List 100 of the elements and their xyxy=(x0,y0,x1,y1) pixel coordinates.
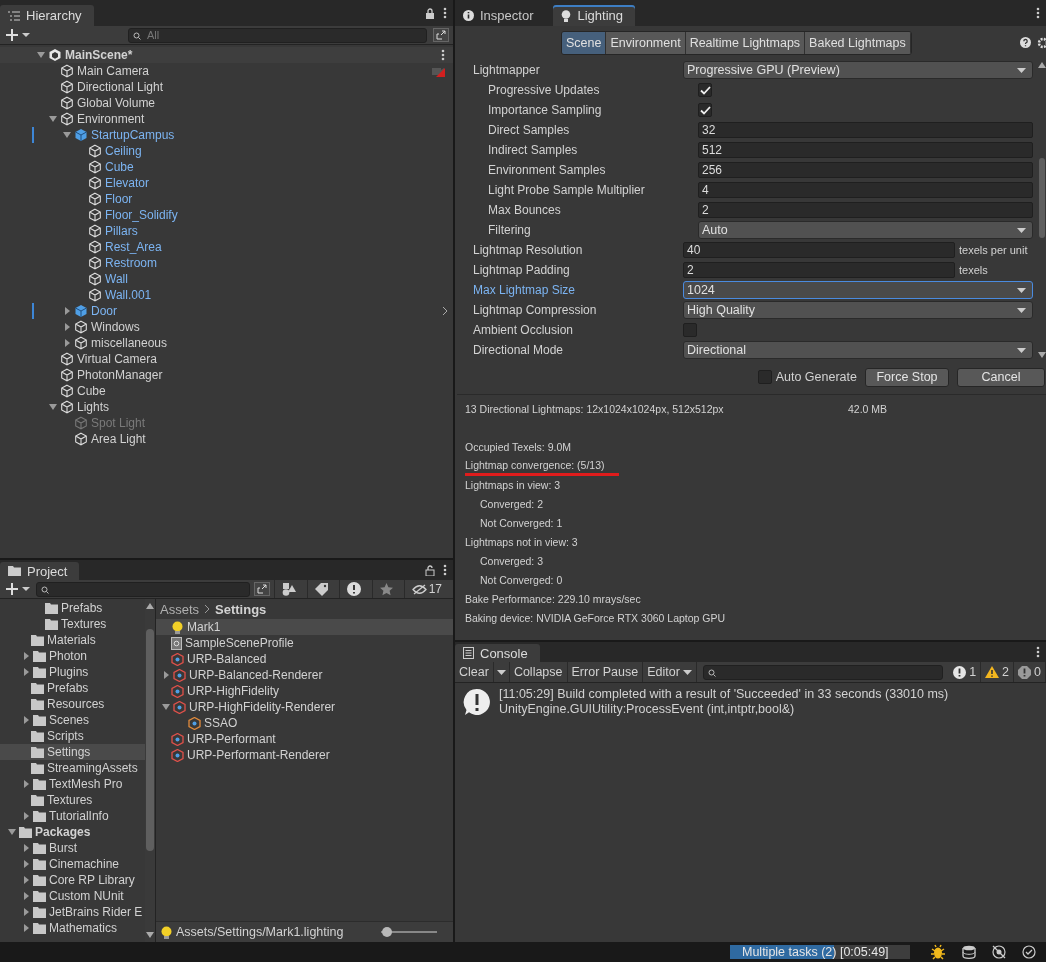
section-tab[interactable]: Realtime Lightmaps xyxy=(685,32,806,54)
folder-item[interactable]: Core RP Library xyxy=(0,872,145,888)
object-name[interactable]: Cube xyxy=(105,160,134,174)
object-name[interactable]: Virtual Camera xyxy=(77,352,157,366)
object-name[interactable]: Windows xyxy=(91,320,140,334)
number-field[interactable]: 32 xyxy=(698,122,1033,138)
folder-item[interactable]: TutorialInfo xyxy=(0,808,145,824)
folder-item[interactable]: Burst xyxy=(0,840,145,856)
expand-icon[interactable] xyxy=(433,28,449,42)
folder-item[interactable]: JetBrains Rider E xyxy=(0,904,145,920)
folder-item[interactable]: Resources xyxy=(0,696,145,712)
object-name[interactable]: Floor_Solidify xyxy=(105,208,178,222)
object-name[interactable]: Wall.001 xyxy=(105,288,152,302)
slider-thumb[interactable] xyxy=(381,927,392,937)
bake-button[interactable]: Force Stop xyxy=(865,367,949,387)
caret-down-icon[interactable] xyxy=(34,50,48,60)
dropdown[interactable]: High Quality xyxy=(683,301,1033,319)
checkbox[interactable] xyxy=(757,370,772,384)
asset-item[interactable]: URP-Performant-Renderer xyxy=(156,747,453,763)
more-icon[interactable] xyxy=(1036,646,1040,658)
caret-down-icon[interactable] xyxy=(46,114,60,124)
folder-item[interactable]: Materials xyxy=(0,632,145,648)
asset-item[interactable]: URP-HighFidelity xyxy=(156,683,453,699)
checkbox[interactable] xyxy=(698,103,712,117)
panel-tab[interactable]: Lighting xyxy=(553,5,636,26)
object-name[interactable]: Restroom xyxy=(105,256,157,270)
number-field[interactable]: 256 xyxy=(698,162,1033,178)
console-tab[interactable]: Console xyxy=(455,644,540,662)
object-name[interactable]: Lights xyxy=(77,400,110,414)
add-dropdown-icon[interactable] xyxy=(6,583,32,595)
breadcrumb-link[interactable]: Settings xyxy=(215,601,267,617)
caret-down-icon[interactable] xyxy=(5,827,19,837)
number-field[interactable]: 512 xyxy=(698,142,1033,158)
folder-item[interactable]: Mathematics xyxy=(0,920,145,936)
folder-item[interactable]: StreamingAssets xyxy=(0,760,145,776)
checkbox[interactable] xyxy=(683,323,697,337)
project-tab[interactable]: Project xyxy=(0,562,80,580)
object-name[interactable]: Wall xyxy=(105,272,128,286)
log-message[interactable]: UnityEngine.GUIUtility:ProcessEvent (int,intptr,bool&) xyxy=(499,702,949,717)
database-icon[interactable] xyxy=(962,945,976,959)
breadcrumb-link[interactable]: Assets xyxy=(160,601,199,617)
object-name[interactable]: Floor xyxy=(105,192,133,206)
lock-icon[interactable] xyxy=(425,8,435,19)
error-count-toggle[interactable]: 0 xyxy=(1014,662,1046,682)
collapse-button[interactable]: Collapse xyxy=(509,662,568,682)
scene-name[interactable]: MainScene* xyxy=(65,48,133,62)
scroll-down-icon[interactable] xyxy=(1037,352,1046,358)
asset-item[interactable]: Mark1 xyxy=(156,619,453,635)
section-tab[interactable]: Baked Lightmaps xyxy=(805,32,911,54)
folder-item[interactable]: Plugins xyxy=(0,664,145,680)
folder-item[interactable]: Custom NUnit xyxy=(0,888,145,904)
number-field[interactable]: 2 xyxy=(698,202,1033,218)
object-name[interactable]: Elevator xyxy=(105,176,150,190)
object-name[interactable]: Main Camera xyxy=(77,64,150,78)
settings-icon[interactable] xyxy=(1036,37,1046,49)
object-name[interactable]: Pillars xyxy=(105,224,138,238)
asset-item[interactable]: SSAO xyxy=(156,715,453,731)
dropdown[interactable]: Progressive GPU (Preview) xyxy=(683,61,1033,79)
more-icon[interactable] xyxy=(441,49,445,61)
clear-button[interactable]: Clear xyxy=(455,662,494,682)
asset-item[interactable]: URP-HighFidelity-Renderer xyxy=(156,699,453,715)
caret-down-icon[interactable] xyxy=(60,130,74,140)
folder-item[interactable]: Scripts xyxy=(0,728,145,744)
caret-down-icon[interactable] xyxy=(46,402,60,412)
search-field[interactable] xyxy=(702,664,944,680)
network-off-icon[interactable] xyxy=(992,945,1006,959)
more-icon[interactable] xyxy=(1036,7,1040,19)
checkbox[interactable] xyxy=(698,83,712,97)
object-name[interactable]: Directional Light xyxy=(77,80,164,94)
object-name[interactable]: Global Volume xyxy=(77,96,156,110)
object-name[interactable]: Environment xyxy=(77,112,145,126)
folder-item[interactable]: Scenes xyxy=(0,712,145,728)
scrollbar[interactable] xyxy=(1037,60,1046,360)
search-field[interactable]: All xyxy=(128,27,427,43)
folder-item[interactable]: Prefabs xyxy=(0,600,145,616)
more-icon[interactable] xyxy=(443,7,447,19)
section-tab[interactable]: Scene xyxy=(562,32,607,54)
log-count-toggle[interactable]: 1 xyxy=(949,662,982,682)
bake-button[interactable]: Cancel xyxy=(957,367,1045,387)
folder-item[interactable]: Textures xyxy=(0,616,145,632)
scroll-up-icon[interactable] xyxy=(1037,62,1046,68)
asset-item[interactable]: URP-Performant xyxy=(156,731,453,747)
hidden-packages-button[interactable]: 17 xyxy=(403,580,449,598)
number-field[interactable]: 4 xyxy=(698,182,1033,198)
asset-item[interactable]: URP-Balanced-Renderer xyxy=(156,667,453,683)
folder-item[interactable]: Settings xyxy=(0,744,145,760)
log-message[interactable]: [11:05:29] Build completed with a result of 'Succeeded' in 33 seconds (33010 ms) xyxy=(499,687,949,702)
search-field[interactable] xyxy=(36,581,250,597)
object-name[interactable]: Door xyxy=(91,304,117,318)
object-name[interactable]: Ceiling xyxy=(105,144,142,158)
chevron-right-icon[interactable] xyxy=(442,306,448,316)
help-icon[interactable] xyxy=(1020,37,1031,48)
editor-dropdown[interactable]: Editor xyxy=(643,662,697,682)
scroll-down-icon[interactable] xyxy=(146,932,154,938)
panel-tab[interactable]: Inspector xyxy=(455,5,546,26)
number-field[interactable]: 40 xyxy=(683,242,955,258)
progress-bar[interactable]: Multiple tasks (2) [0:05:49] xyxy=(730,945,910,959)
number-field[interactable]: 2 xyxy=(683,262,955,278)
bug-icon[interactable] xyxy=(930,944,946,960)
scroll-up-icon[interactable] xyxy=(146,603,154,609)
